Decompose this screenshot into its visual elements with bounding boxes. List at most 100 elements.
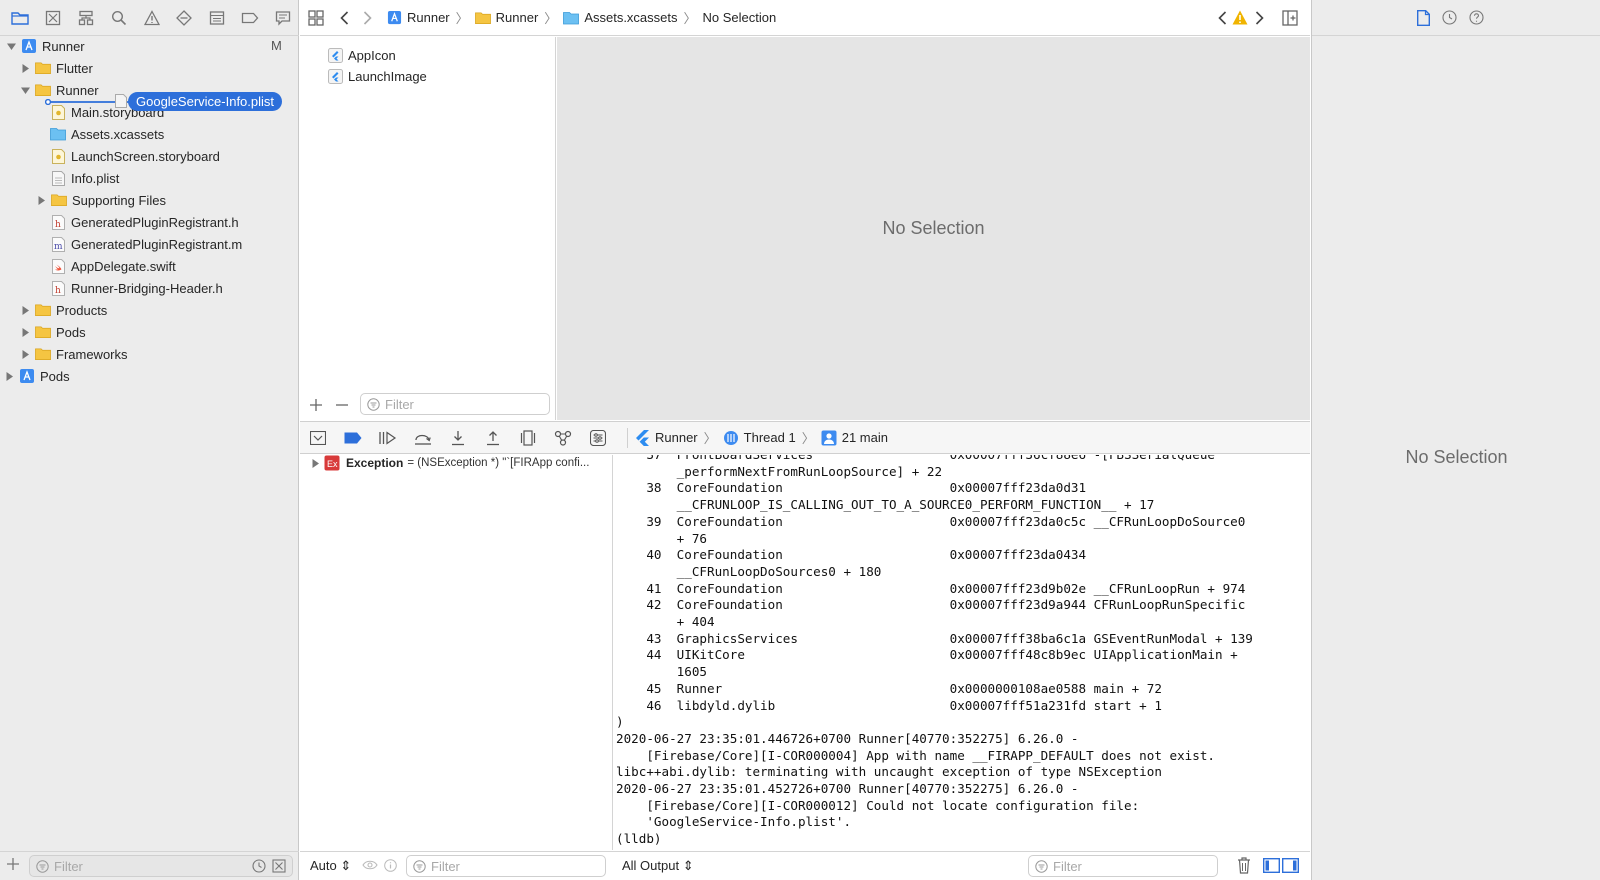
breakpoints-toggle-icon[interactable] [335, 421, 370, 454]
breadcrumb-file[interactable]: Assets.xcassets [563, 10, 678, 26]
disclosure-open-icon[interactable] [4, 39, 18, 53]
svg-text:m: m [54, 242, 63, 252]
environment-overrides-icon[interactable] [580, 421, 615, 454]
disclosure-closed-icon[interactable] [34, 193, 48, 207]
tree-row-assets[interactable]: Assets.xcassets [50, 123, 164, 145]
console-output-select[interactable]: All Output ⇕ [622, 858, 694, 874]
quick-help-icon[interactable] [1469, 10, 1484, 25]
console-line: + 76 [616, 530, 707, 546]
add-icon[interactable] [7, 858, 19, 870]
breadcrumb-label: Runner [495, 10, 539, 25]
test-icon[interactable] [168, 0, 201, 36]
continue-icon[interactable] [370, 421, 405, 454]
step-out-icon[interactable] [475, 421, 510, 454]
search-icon[interactable] [102, 0, 135, 36]
tree-row-plugin-registrant-m[interactable]: m GeneratedPluginRegistrant.m [50, 233, 242, 255]
info-icon[interactable] [384, 859, 397, 872]
navigator-bottom-bar: Filter [0, 851, 299, 880]
tree-row-info-plist[interactable]: Info.plist [50, 167, 119, 189]
source-control-filter-icon[interactable] [272, 859, 286, 873]
previous-issue-icon[interactable] [1218, 11, 1227, 25]
swift-file-icon [50, 258, 66, 274]
back-chevron-icon[interactable] [340, 10, 349, 25]
tree-item-label: Runner [56, 82, 99, 98]
asset-filter-field[interactable]: Filter [360, 393, 550, 415]
folder-icon[interactable] [4, 0, 37, 36]
file-inspector-icon[interactable] [1417, 9, 1430, 26]
debug-crumb-thread[interactable]: Thread 1 [723, 430, 796, 446]
tree-row-pods-project[interactable]: Pods [2, 365, 70, 387]
tree-row-runner-group[interactable]: Runner [18, 79, 99, 101]
tree-item-label: AppDelegate.swift [71, 258, 176, 274]
folder-icon [35, 60, 51, 76]
breadcrumb-label: No Selection [702, 10, 777, 25]
tree-item-label: Assets.xcassets [71, 126, 165, 142]
header-file-icon: h [50, 280, 66, 296]
tree-row-plugin-registrant-h[interactable]: h GeneratedPluginRegistrant.h [50, 211, 239, 233]
related-items-icon[interactable] [308, 9, 324, 26]
memory-graph-icon[interactable] [545, 421, 580, 454]
tree-row-flutter[interactable]: Flutter [18, 57, 93, 79]
console-line: __CFRunLoopDoSources0 + 180 [616, 563, 882, 579]
breadcrumb-selection[interactable]: No Selection [703, 10, 777, 25]
breadcrumb-separator: 〉 [801, 431, 815, 446]
tree-row-products[interactable]: Products [18, 299, 107, 321]
warning-icon[interactable] [135, 0, 168, 36]
tree-row-frameworks[interactable]: Frameworks [18, 343, 128, 365]
tree-item-label: Runner [42, 38, 85, 54]
tree-row-supporting-files[interactable]: Supporting Files [34, 189, 166, 211]
show-console-icon[interactable] [1282, 858, 1299, 873]
disclosure-closed-icon[interactable] [2, 369, 16, 383]
warning-icon[interactable] [1232, 10, 1248, 25]
variable-scope-select[interactable]: Auto ⇕ [310, 858, 351, 874]
variable-row-exception[interactable]: Ex Exception = (NSException *) "`[FIRApp… [308, 452, 589, 474]
source-control-icon[interactable] [37, 0, 70, 36]
remove-asset-icon[interactable] [336, 404, 348, 406]
tree-row-runner-project[interactable]: Runner [4, 35, 85, 57]
disclosure-closed-icon[interactable] [18, 303, 32, 317]
add-asset-icon[interactable] [310, 399, 322, 411]
forward-chevron-icon[interactable] [363, 10, 372, 25]
asset-editor-canvas[interactable]: No Selection [557, 37, 1310, 420]
disclosure-closed-icon[interactable] [18, 61, 32, 75]
disclosure-closed-icon[interactable] [18, 347, 32, 361]
disclosure-closed-icon[interactable] [308, 456, 322, 470]
report-icon[interactable] [266, 0, 299, 36]
add-editor-icon[interactable] [1282, 10, 1298, 26]
debug-icon[interactable] [201, 0, 234, 36]
console-output[interactable]: 37 FrontBoardServices 0x00007fff36cf88e6… [614, 455, 1310, 850]
step-over-icon[interactable] [405, 421, 440, 454]
variables-filter-field[interactable]: Filter [406, 855, 606, 877]
exception-icon: Ex [324, 455, 340, 471]
navigator-toolbar [0, 0, 299, 36]
tree-row-bridging-header[interactable]: h Runner-Bridging-Header.h [50, 277, 223, 299]
disclosure-closed-icon[interactable] [18, 325, 32, 339]
tree-row-appdelegate[interactable]: AppDelegate.swift [50, 255, 176, 277]
view-hierarchy-icon[interactable] [510, 421, 545, 454]
history-icon[interactable] [1442, 10, 1457, 25]
breadcrumb-project[interactable]: Runner [386, 10, 450, 26]
trash-icon[interactable] [1237, 857, 1251, 874]
debug-crumb-frame[interactable]: 21 main [821, 430, 888, 446]
next-issue-icon[interactable] [1255, 11, 1264, 25]
step-into-icon[interactable] [440, 421, 475, 454]
hide-debug-area-icon[interactable] [300, 421, 335, 454]
disclosure-open-icon[interactable] [18, 83, 32, 97]
navigator-filter-field[interactable]: Filter [29, 855, 293, 877]
tree-row-launchscreen[interactable]: LaunchScreen.storyboard [50, 145, 220, 167]
eye-icon[interactable] [362, 859, 378, 871]
recent-files-icon[interactable] [252, 859, 266, 873]
console-line: + 404 [616, 614, 715, 630]
debug-breadcrumb: Runner 〉 Thread 1 〉 21 main [634, 428, 888, 447]
breakpoint-icon[interactable] [233, 0, 266, 36]
debug-crumb-process[interactable]: Runner [634, 429, 698, 446]
asset-row-appicon[interactable]: AppIcon [327, 44, 396, 66]
show-variables-icon[interactable] [1263, 858, 1280, 873]
hierarchy-icon[interactable] [70, 0, 103, 36]
breadcrumb-group[interactable]: Runner [474, 10, 539, 26]
tree-row-pods-group[interactable]: Pods [18, 321, 86, 343]
console-line: 'GoogleService-Info.plist'. [616, 814, 852, 830]
console-filter-field[interactable]: Filter [1028, 855, 1218, 877]
lldb-prompt[interactable]: (lldb) [616, 831, 1310, 848]
asset-row-launchimage[interactable]: LaunchImage [327, 65, 427, 87]
